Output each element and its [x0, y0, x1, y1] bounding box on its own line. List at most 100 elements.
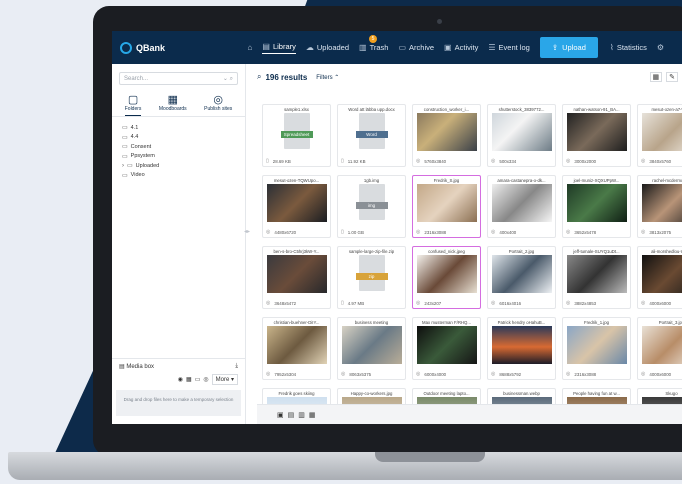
search-icon[interactable]: ⌕ [230, 76, 233, 82]
asset-card[interactable]: sample-large-zip-file.zip zip ▯ 4.97 MB [337, 246, 406, 309]
nav-event-log[interactable]: ☰ Event log [488, 43, 529, 52]
nav-home[interactable]: ⌂ [248, 43, 253, 52]
sidebar-search-input[interactable]: Search... ⌄ ⌕ [119, 72, 238, 85]
nav-archive[interactable]: ▭ Archive [398, 43, 434, 52]
folder-item[interactable]: ▭ Ppsystem [122, 152, 235, 162]
upload-button[interactable]: ⇪ Upload [539, 37, 598, 58]
folder-icon[interactable]: ▭ [195, 376, 201, 383]
trash-icon: ▥ [359, 43, 367, 52]
asset-name: jeff-tumale-SUYQ1uDt... [573, 249, 620, 254]
asset-card[interactable]: ben-s-bro-C5hrj3kW-Y... ◎ 3648x5472 [262, 246, 331, 309]
asset-card[interactable]: sample1.xlsx Spreadsheet ▯ 28.69 KB [262, 104, 331, 167]
asset-meta: ◎ 3840x5760 [641, 158, 682, 164]
brand-name: QBank [136, 42, 166, 53]
asset-name: rachel-mcdermott-... [652, 178, 682, 183]
asset-card[interactable]: shutterstock_3839772... ◎ 500x334 [487, 104, 556, 167]
asset-card[interactable]: 1gb.img img ▯ 1.00 GB [337, 175, 406, 238]
tab-moodboards[interactable]: ▦ Moodboards [159, 93, 187, 116]
asset-meta: ◎ 2316x3088 [416, 229, 477, 235]
nav-trash[interactable]: ▥ 5 Trash [359, 35, 389, 52]
archive-icon: ▭ [398, 43, 407, 52]
asset-card[interactable]: Word att läbba upp.docx Word ▯ 11.92 KB [337, 104, 406, 167]
asset-card[interactable]: rachel-mcdermott-... ◎3813x2075 [637, 175, 682, 238]
asset-meta: ◎ 5760x3840 [416, 158, 477, 164]
download-icon[interactable]: ⤓ [235, 363, 238, 370]
asset-card[interactable]: amara-castanepra-o-dk... ◎ 400x400 [487, 175, 556, 238]
globe-icon: ◎ [213, 94, 223, 106]
asset-card[interactable]: christian-buehner-DiIY... ◎ 7952x5304 [262, 317, 331, 380]
file-type-tag: Word [355, 131, 388, 138]
view-icon[interactable]: ◉ [178, 376, 183, 383]
grid-small-icon[interactable]: ▣ [277, 411, 284, 419]
tab-folders[interactable]: ▢ Folders [124, 93, 142, 116]
folder-item[interactable]: › ▭ Uploaded [122, 161, 235, 171]
folder-label: Video [130, 172, 145, 179]
moodboard-icon[interactable]: ▦ [186, 376, 192, 383]
nav-uploaded[interactable]: ☁ Uploaded [306, 43, 349, 52]
laptop-base [8, 452, 682, 480]
folder-item[interactable]: ▭ 4.4 [122, 133, 235, 143]
nav-activity[interactable]: ▣ Activity [444, 43, 478, 52]
folder-label: Consent [130, 143, 152, 150]
chart-icon: ⌇ [609, 43, 614, 52]
asset-card[interactable]: mesut-ozen-a7-Wg... ◎3840x5760 [637, 104, 682, 167]
folder-label: Uploaded [135, 162, 160, 169]
image-icon: ◎ [641, 300, 646, 306]
nav-trash-label: Trash [369, 43, 389, 52]
asset-meta: ◎ 8688x5792 [491, 371, 552, 377]
asset-card[interactable]: Fredrik_1.jpg ◎ 2316x3088 [562, 317, 631, 380]
asset-card[interactable]: mesut-ozen-TQWUpo... ◎ 4480x6720 [262, 175, 331, 238]
asset-card[interactable]: construction_worker_i... ◎ 5760x3840 [412, 104, 481, 167]
asset-thumbnail: img [342, 184, 402, 222]
folder-label: 4.4 [130, 134, 139, 141]
results-bar: ⌕ 196 results Filters ⌃ [257, 64, 682, 90]
image-icon: ◎ [641, 371, 646, 377]
file-icon: ▯ [266, 158, 269, 164]
asset-card[interactable]: Portrait_3.jpg ◎ 4000x6000 [637, 317, 682, 380]
main-content: ⌕ 196 results Filters ⌃ ▦ ✎ sample1.xlsx… [257, 64, 682, 424]
asset-thumbnail [566, 184, 627, 222]
asset-card[interactable]: Max musterman F/RHQ... ◎ 6000x4000 [412, 317, 481, 380]
globe-icon[interactable]: ◎ [203, 376, 208, 383]
media-box-title: Media box [126, 364, 155, 370]
sidebar-collapse-handle[interactable]: ◂▸ [244, 228, 250, 235]
asset-dimensions: 243x207 [424, 300, 442, 306]
list-view-icon[interactable]: ▦ [309, 411, 316, 419]
asset-card[interactable]: business meeting ◎ 8063x5375 [337, 317, 406, 380]
asset-name: nathan-watson-91_BA... [573, 107, 620, 112]
asset-dimensions: 11.92 KB [347, 158, 366, 164]
asset-name: ali-morshedlou-WM... [651, 249, 682, 254]
nav-settings[interactable]: ⚙ [657, 43, 664, 52]
nav-statistics[interactable]: ⌇ Statistics [610, 43, 647, 52]
image-icon: ◎ [266, 371, 271, 377]
folder-item[interactable]: ▭ Consent [122, 142, 235, 152]
grid-medium-icon[interactable]: ▤ [288, 411, 295, 419]
asset-card[interactable]: Patrick hendry oHahuB... ◎ 8688x5792 [487, 317, 556, 380]
grid-large-icon[interactable]: ▥ [298, 411, 305, 419]
nav-library-label: Library [272, 41, 296, 51]
trash-badge: 5 [369, 35, 377, 43]
asset-card[interactable]: confused_nick.jpeg ◎ 243x207 [412, 246, 481, 309]
asset-card[interactable]: Fredrik_S.jpg ◎ 2316x3088 [412, 175, 481, 238]
tab-publish-sites[interactable]: ◎ Publish sites [204, 93, 232, 116]
chevron-right-icon[interactable]: › [122, 163, 124, 169]
asset-card[interactable]: joel-muniz-XQXUPpW... ◎ 3652x5478 [562, 175, 631, 238]
nav-library[interactable]: ▤ Library [262, 42, 296, 54]
asset-card[interactable]: ali-morshedlou-WM... ◎4000x6000 [637, 246, 682, 309]
more-button[interactable]: More ▾ [211, 374, 238, 385]
folder-item[interactable]: ▭ Video [122, 171, 235, 181]
grid-view-icon[interactable]: ▦ [649, 72, 663, 82]
qbank-logo[interactable]: QBank [120, 41, 248, 54]
asset-card[interactable]: nathan-watson-91_BA... ◎ 3000x2000 [562, 104, 631, 167]
asset-dimensions: 28.69 KB [272, 158, 291, 164]
asset-meta: ◎ 3648x5472 [266, 300, 327, 306]
chevron-down-icon[interactable]: ⌄ [223, 76, 228, 82]
filters-button[interactable]: Filters ⌃ [316, 74, 339, 81]
folders-icon: ▢ [127, 94, 139, 106]
folder-item[interactable]: ▭ 4.1 [122, 123, 235, 133]
asset-card[interactable]: jeff-tumale-SUYQ1uDt... ◎ 3882x4853 [562, 246, 631, 309]
folder-icon: ▭ [122, 125, 128, 132]
edit-icon[interactable]: ✎ [666, 72, 678, 82]
media-box-dropzone[interactable]: Drag and drop files here to make a tempo… [116, 390, 241, 416]
asset-card[interactable]: Portrait_2.jpg ◎ 6016x4016 [487, 246, 556, 309]
